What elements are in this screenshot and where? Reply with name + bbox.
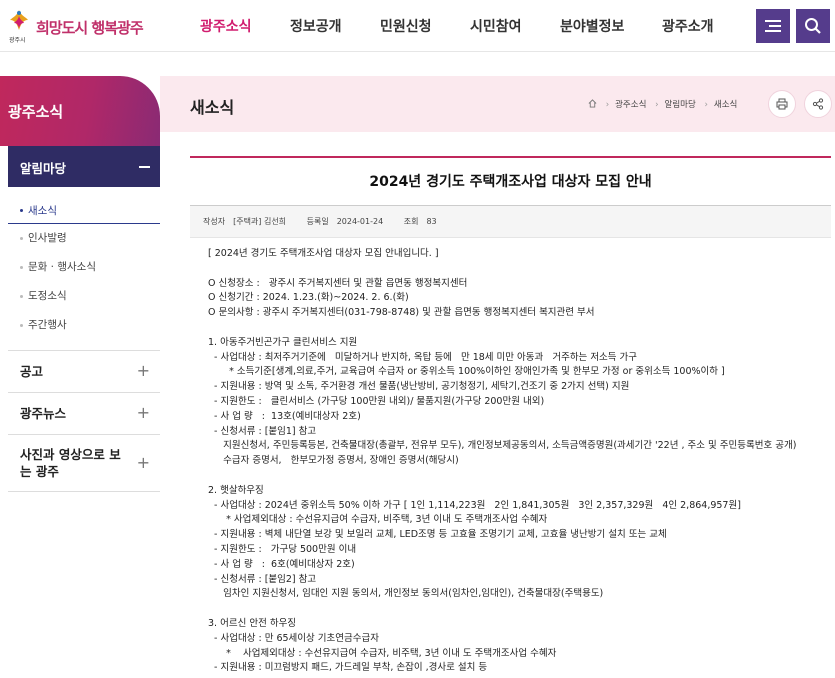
sidebar-title-banner: 광주소식 (0, 76, 160, 146)
bullet-icon (20, 209, 23, 212)
article-line: - 지원한도 : 가구당 500만원 이내 (208, 543, 357, 555)
breadcrumb-current: 새소식 (713, 100, 738, 110)
date-value: 2024-01-24 (336, 217, 384, 226)
article-line: 임차인 지원신청서, 임대인 지원 동의서, 개인정보 동의서(임차인,임대인)… (208, 588, 604, 600)
article-line: - 사업대상 : 만 65세이상 기초연금수급자 (208, 632, 379, 644)
print-button[interactable] (768, 90, 796, 118)
site-logo[interactable]: 광주시 희망도시 행복광주 (8, 8, 148, 44)
bullet-icon (20, 295, 23, 298)
sidebar-item-province[interactable]: 도정소식 (8, 282, 160, 311)
home-icon[interactable] (588, 99, 597, 108)
author-value: [주택과] 김선희 (233, 217, 287, 226)
article-line: - 신청서류 : [붙임1] 참고 (208, 425, 317, 437)
article-line: * 사업제외대상 : 수선유지급여 수급자, 비주택, 3년 이내 도 주택개조… (208, 647, 557, 659)
author-label: 작성자 (203, 217, 226, 226)
sidebar-group-title: 알림마당 (20, 161, 67, 176)
sidebar-section-photo-video[interactable]: 사진과 영상으로 보는 광주 + (8, 434, 160, 492)
sidebar-section-notice[interactable]: 공고 + (8, 350, 160, 392)
article-line: - 사 업 량 : 13호(예비대상자 2호) (208, 410, 361, 422)
nav-item-news[interactable]: 광주소식 (200, 16, 252, 36)
sidebar-item-label: 문화 · 행사소식 (28, 261, 96, 273)
sidebar-section-label: 공고 (20, 364, 44, 379)
article: 2024년 경기도 주택개조사업 대상자 모집 안내 작성자 [주택과] 김선희 … (190, 156, 831, 238)
sidebar-item-weekly[interactable]: 주간행사 (8, 311, 160, 340)
search-button[interactable] (796, 9, 830, 43)
article-body: [ 2024년 경기도 주택개조사업 대상자 모집 안내입니다. ] O 신청장소… (208, 247, 828, 676)
page-title: 새소식 (190, 98, 235, 117)
minus-icon (139, 166, 150, 168)
article-line: 수급자 증명서, 한부모가정 증명서, 장애인 증명서(해당시) (208, 455, 459, 467)
article-line: 1. 아동주거빈곤가구 클린서비스 지원 (208, 336, 358, 348)
nav-item-about[interactable]: 광주소개 (662, 16, 714, 36)
sidebar-item-personnel[interactable]: 인사발령 (8, 224, 160, 253)
article-line: * 소득기준[생계,의료,주거, 교육급여 수급자 or 중위소득 100%이하… (208, 366, 725, 378)
article-line: - 신청서류 : [붙임2] 참고 (208, 573, 317, 585)
article-title: 2024년 경기도 주택개조사업 대상자 모집 안내 (190, 158, 831, 206)
logo-subtext: 광주시 (9, 37, 26, 44)
sidebar-section-label: 광주뉴스 (20, 406, 67, 421)
article-line: - 지원내용 : 미끄럼방지 패드, 가드레일 부착, 손잡이 ,경사로 설치 … (208, 662, 488, 674)
bullet-icon (20, 237, 23, 240)
sidebar-item-label: 주간행사 (28, 319, 67, 331)
sidebar-submenu: 새소식 인사발령 문화 · 행사소식 도정소식 주간행사 (8, 196, 160, 340)
print-icon (776, 98, 788, 110)
plus-icon: + (136, 453, 150, 472)
bullet-icon (20, 266, 23, 269)
article-line: - 사업대상 : 2024년 중위소득 50% 이하 가구 [ 1인 1,114… (208, 499, 741, 511)
site-header: 광주시 희망도시 행복광주 광주소식 정보공개 민원신청 시민참여 분야별정보 … (0, 0, 835, 52)
logo-mark-icon (10, 10, 28, 30)
nav-item-info[interactable]: 정보공개 (290, 16, 342, 36)
article-line: 지원신청서, 주민등록등본, 건축물대장(총괄부, 전유부 모두), 개인정보제… (208, 440, 797, 452)
article-line: 2. 햇살하우징 (208, 484, 264, 496)
article-line: O 신청기간 : 2024. 1.23.(화)~2024. 2. 6.(화) (208, 292, 409, 304)
article-line: - 지원내용 : 벽체 내단열 보강 및 보일러 교체, LED조명 등 고효율… (208, 529, 667, 541)
share-button[interactable] (804, 90, 832, 118)
article-line (208, 321, 828, 336)
breadcrumb: › 광주소식 › 알림마당 › 새소식 (588, 98, 737, 110)
sidebar-item-culture[interactable]: 문화 · 행사소식 (8, 253, 160, 282)
share-icon (812, 98, 824, 110)
date-label: 등록일 (306, 217, 329, 226)
plus-icon: + (136, 403, 150, 422)
sidebar-item-label: 새소식 (28, 205, 57, 217)
article-line (208, 262, 828, 277)
article-meta: 작성자 [주택과] 김선희 등록일 2024-01-24 조회 83 (190, 206, 831, 238)
sidebar-item-news[interactable]: 새소식 (8, 196, 160, 224)
nav-item-field-info[interactable]: 분야별정보 (560, 16, 624, 36)
sidebar-item-label: 인사발령 (28, 232, 67, 244)
article-line: O 문의사항 : 광주시 주거복지센터(031-798-8748) 및 관할 읍… (208, 307, 595, 319)
sidebar-title: 광주소식 (8, 103, 64, 121)
logo-text: 희망도시 행복광주 (36, 19, 144, 37)
article-line: * 사업제외대상 : 수선유지급여 수급자, 비주택, 3년 이내 도 주택개조… (208, 514, 548, 526)
article-line: [ 2024년 경기도 주택개조사업 대상자 모집 안내입니다. ] (208, 248, 439, 259)
article-line (208, 469, 828, 484)
article-line: - 지원내용 : 방역 및 소독, 주거환경 개선 물품(냉난방비, 공기청정기… (208, 381, 630, 393)
article-line: - 사 업 량 : 6호(예비대상자 2호) (208, 558, 355, 570)
page-header: 새소식 › 광주소식 › 알림마당 › 새소식 (160, 76, 835, 132)
views-label: 조회 (403, 217, 419, 226)
menu-button[interactable] (756, 9, 790, 43)
sidebar-section-gwangju-news[interactable]: 광주뉴스 + (8, 392, 160, 434)
nav-item-participation[interactable]: 시민참여 (470, 16, 522, 36)
views-value: 83 (426, 217, 437, 226)
sidebar-group-alerts[interactable]: 알림마당 (8, 146, 160, 187)
hamburger-icon (765, 20, 781, 32)
article-line: 3. 어르신 안전 하우징 (208, 617, 297, 629)
search-icon (805, 18, 821, 34)
article-line: O 신청장소 : 광주시 주거복지센터 및 관할 읍면동 행정복지센터 (208, 277, 468, 289)
article-line: - 지원한도 : 클린서비스 (가구당 100만원 내외)/ 물품지원(가구당 … (208, 395, 545, 407)
breadcrumb-item[interactable]: 알림마당 (665, 100, 696, 110)
plus-icon: + (136, 361, 150, 380)
article-line: - 사업대상 : 최저주거기준에 미달하거나 반지하, 옥탑 등에 만 18세 … (208, 351, 638, 363)
bullet-icon (20, 324, 23, 327)
sidebar-item-label: 도정소식 (28, 290, 67, 302)
sidebar-section-label: 사진과 영상으로 보는 광주 (20, 447, 121, 479)
breadcrumb-item[interactable]: 광주소식 (615, 100, 646, 110)
nav-item-civil[interactable]: 민원신청 (380, 16, 432, 36)
article-line (208, 602, 828, 617)
